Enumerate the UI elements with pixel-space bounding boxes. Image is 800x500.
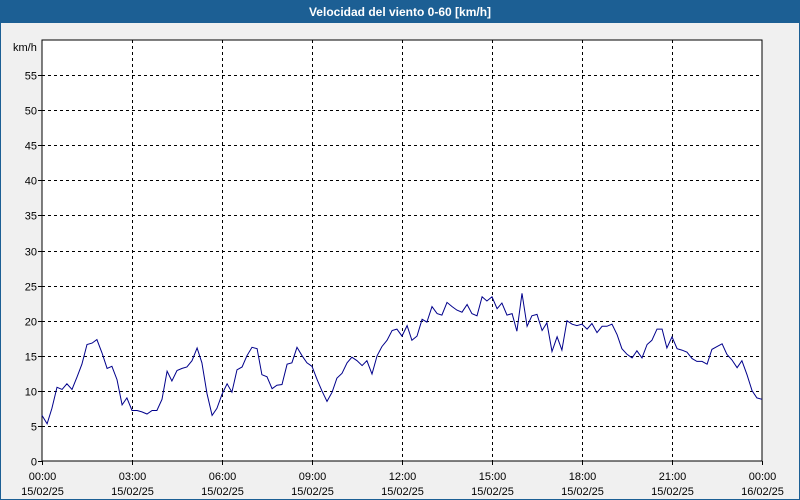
y-tick-label: 0 <box>31 457 37 469</box>
y-tick-label: 50 <box>25 106 37 118</box>
x-tick-date-label: 15/02/25 <box>21 486 64 498</box>
x-tick-time-label: 09:00 <box>299 471 327 483</box>
x-tick-time-label: 21:00 <box>659 471 687 483</box>
x-tick-date-label: 16/02/25 <box>741 486 784 498</box>
y-tick-label: 35 <box>25 211 37 223</box>
x-tick-date-label: 15/02/25 <box>111 486 154 498</box>
y-tick-label: 20 <box>25 317 37 329</box>
x-tick-time-label: 18:00 <box>569 471 597 483</box>
y-tick-label: 10 <box>25 387 37 399</box>
x-tick-date-label: 15/02/25 <box>471 486 514 498</box>
x-tick-time-label: 00:00 <box>749 471 777 483</box>
y-tick-label: 30 <box>25 247 37 259</box>
y-tick-label: 40 <box>25 176 37 188</box>
x-tick-time-label: 03:00 <box>119 471 147 483</box>
y-tick-label: 5 <box>31 422 37 434</box>
x-tick-time-label: 15:00 <box>479 471 507 483</box>
x-tick-time-label: 12:00 <box>389 471 417 483</box>
x-tick-time-label: 06:00 <box>209 471 237 483</box>
chart-window: Velocidad del viento 0-60 [km/h] 0 5 10 15 2… <box>0 0 800 500</box>
wind-speed-chart: 0 5 10 15 20 25 30 35 40 45 50 55 00:00 15/02/25 03:00… <box>13 39 784 498</box>
y-tick-label: 55 <box>25 71 37 83</box>
y-tick-label: 45 <box>25 141 37 153</box>
y-tick-label: 15 <box>25 352 37 364</box>
x-tick-date-label: 15/02/25 <box>381 486 424 498</box>
y-axis-label: km/h <box>13 42 37 54</box>
x-tick-date-label: 15/02/25 <box>651 486 694 498</box>
x-tick-date-label: 15/02/25 <box>291 486 334 498</box>
x-tick-date-label: 15/02/25 <box>561 486 604 498</box>
x-tick-time-label: 00:00 <box>29 471 57 483</box>
x-tick-date-label: 15/02/25 <box>201 486 244 498</box>
y-tick-label: 25 <box>25 282 37 294</box>
